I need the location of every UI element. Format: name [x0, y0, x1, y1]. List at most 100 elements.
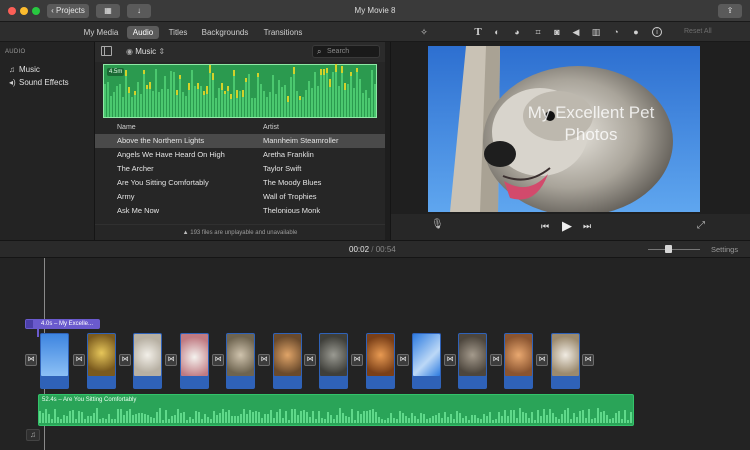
transition-marker[interactable]: ⋈: [25, 354, 37, 366]
video-clip[interactable]: [226, 333, 255, 389]
video-clip[interactable]: [40, 333, 69, 389]
noise-reduction-icon[interactable]: ▥: [590, 26, 602, 38]
reset-all-button[interactable]: Reset All: [684, 28, 712, 35]
audio-waveform-bar: [78, 411, 80, 423]
song-row[interactable]: Angels We Have Heard On High Aretha Fran…: [95, 148, 385, 162]
audio-waveform-bar: [261, 417, 263, 423]
transition-marker[interactable]: ⋈: [444, 354, 456, 366]
skip-forward-icon[interactable]: ⏭︎: [583, 221, 591, 232]
transition-marker[interactable]: ⋈: [304, 354, 316, 366]
sidebar-item-music[interactable]: ♫ Music: [9, 64, 40, 76]
title-text-icon[interactable]: T: [472, 26, 484, 38]
video-clip[interactable]: [180, 333, 209, 389]
time-separator: /: [371, 245, 374, 254]
audio-preview-waveform[interactable]: 4.5m: [103, 64, 377, 118]
audio-waveform-bar: [366, 411, 368, 423]
video-clip[interactable]: [412, 333, 441, 389]
transition-marker[interactable]: ⋈: [536, 354, 548, 366]
audio-waveform-bar: [51, 418, 53, 423]
audio-waveform-bar: [438, 413, 440, 423]
skip-back-icon[interactable]: ⏮︎: [541, 221, 549, 232]
audio-waveform-bar: [156, 411, 158, 423]
settings-button[interactable]: Settings: [711, 245, 738, 254]
search-placeholder: Search: [327, 48, 350, 55]
background-music-track[interactable]: 52.4s – Are You Sitting Comfortably: [38, 394, 634, 426]
video-clip[interactable]: [133, 333, 162, 389]
tab-my-media[interactable]: My Media: [80, 26, 122, 39]
sidebar-toggle-icon[interactable]: [101, 46, 112, 56]
search-field[interactable]: ⌕ Search: [312, 45, 380, 58]
title-clip[interactable]: 4.0s – My Excelle...: [25, 319, 100, 329]
transition-marker[interactable]: ⋈: [582, 354, 594, 366]
audio-waveform-bar: [408, 418, 410, 423]
transition-marker[interactable]: ⋈: [165, 354, 177, 366]
magic-wand-icon[interactable]: ✧: [418, 26, 430, 38]
audio-waveform-bar: [585, 418, 587, 423]
sidebar-item-sound-effects[interactable]: ◂) Sound Effects: [9, 77, 69, 89]
song-row[interactable]: Are You Sitting Comfortably The Moody Bl…: [95, 176, 385, 190]
share-icon: ⇪: [726, 6, 734, 15]
audio-waveform-bar: [528, 418, 530, 423]
video-clip[interactable]: [458, 333, 487, 389]
video-clip[interactable]: [366, 333, 395, 389]
video-clip[interactable]: [273, 333, 302, 389]
column-header-name[interactable]: Name: [117, 124, 136, 131]
tab-titles[interactable]: Titles: [163, 26, 193, 39]
volume-icon[interactable]: ◀: [570, 26, 582, 38]
waveform-bar: [107, 82, 109, 117]
play-icon[interactable]: ▶: [562, 218, 572, 234]
song-row[interactable]: Ask Me Now Thelonious Monk: [95, 204, 385, 218]
audio-waveform-bar: [351, 409, 353, 423]
audio-clip-label: 52.4s – Are You Sitting Comfortably: [42, 397, 137, 403]
song-row[interactable]: The Archer Taylor Swift: [95, 162, 385, 176]
source-selector[interactable]: ◉ Music ⇕: [126, 46, 165, 58]
audio-waveform-bar: [567, 408, 569, 423]
waveform-bar: [224, 91, 226, 117]
clip-filter-icon[interactable]: ●: [630, 26, 642, 38]
info-icon[interactable]: i: [652, 27, 662, 37]
speed-icon[interactable]: ◔: [610, 26, 622, 38]
waveform-bar: [293, 71, 295, 117]
transition-marker[interactable]: ⋈: [351, 354, 363, 366]
song-row[interactable]: Above the Northern Lights Mannheim Steam…: [95, 134, 385, 148]
audio-waveform-bar: [501, 416, 503, 423]
waveform-peak: [203, 91, 205, 95]
voiceover-mic-icon[interactable]: 🎙︎: [431, 219, 444, 230]
video-clip[interactable]: [319, 333, 348, 389]
stabilization-icon[interactable]: ◙: [551, 26, 563, 38]
audio-waveform-bar: [471, 415, 473, 423]
song-row[interactable]: Army Wall of Trophies: [95, 190, 385, 204]
zoom-slider-thumb[interactable]: [665, 245, 672, 253]
transition-marker[interactable]: ⋈: [258, 354, 270, 366]
crop-icon[interactable]: ⌗: [532, 26, 544, 38]
tab-transitions[interactable]: Transitions: [258, 26, 308, 39]
waveform-peak: [224, 90, 226, 94]
column-header-artist[interactable]: Artist: [263, 124, 279, 131]
tab-audio[interactable]: Audio: [127, 26, 159, 39]
transition-marker[interactable]: ⋈: [397, 354, 409, 366]
zoom-slider[interactable]: [648, 245, 700, 253]
transition-marker[interactable]: ⋈: [490, 354, 502, 366]
song-name: Are You Sitting Comfortably: [117, 178, 209, 187]
tab-backgrounds[interactable]: Backgrounds: [198, 26, 252, 39]
preview-photo[interactable]: My Excellent Pet Photos: [428, 46, 700, 212]
transition-marker[interactable]: ⋈: [73, 354, 85, 366]
video-clip[interactable]: [87, 333, 116, 389]
waveform-bar: [230, 96, 232, 117]
waveform-peak: [356, 68, 358, 73]
audio-waveform-bar: [105, 418, 107, 423]
share-button[interactable]: ⇪: [718, 4, 742, 18]
color-balance-icon[interactable]: ◐: [491, 26, 503, 38]
fullscreen-icon[interactable]: ⤢: [697, 220, 705, 231]
video-clip[interactable]: [504, 333, 533, 389]
music-track-icon[interactable]: ♫: [26, 429, 40, 441]
video-clip[interactable]: [551, 333, 580, 389]
color-correction-icon[interactable]: ◕: [511, 26, 523, 38]
transition-marker[interactable]: ⋈: [212, 354, 224, 366]
transition-marker[interactable]: ⋈: [119, 354, 131, 366]
audio-waveform-bar: [342, 413, 344, 423]
audio-waveform-bar: [213, 410, 215, 423]
audio-waveform-bar: [519, 408, 521, 423]
audio-waveform-bar: [477, 418, 479, 423]
waveform-peak: [335, 64, 337, 73]
